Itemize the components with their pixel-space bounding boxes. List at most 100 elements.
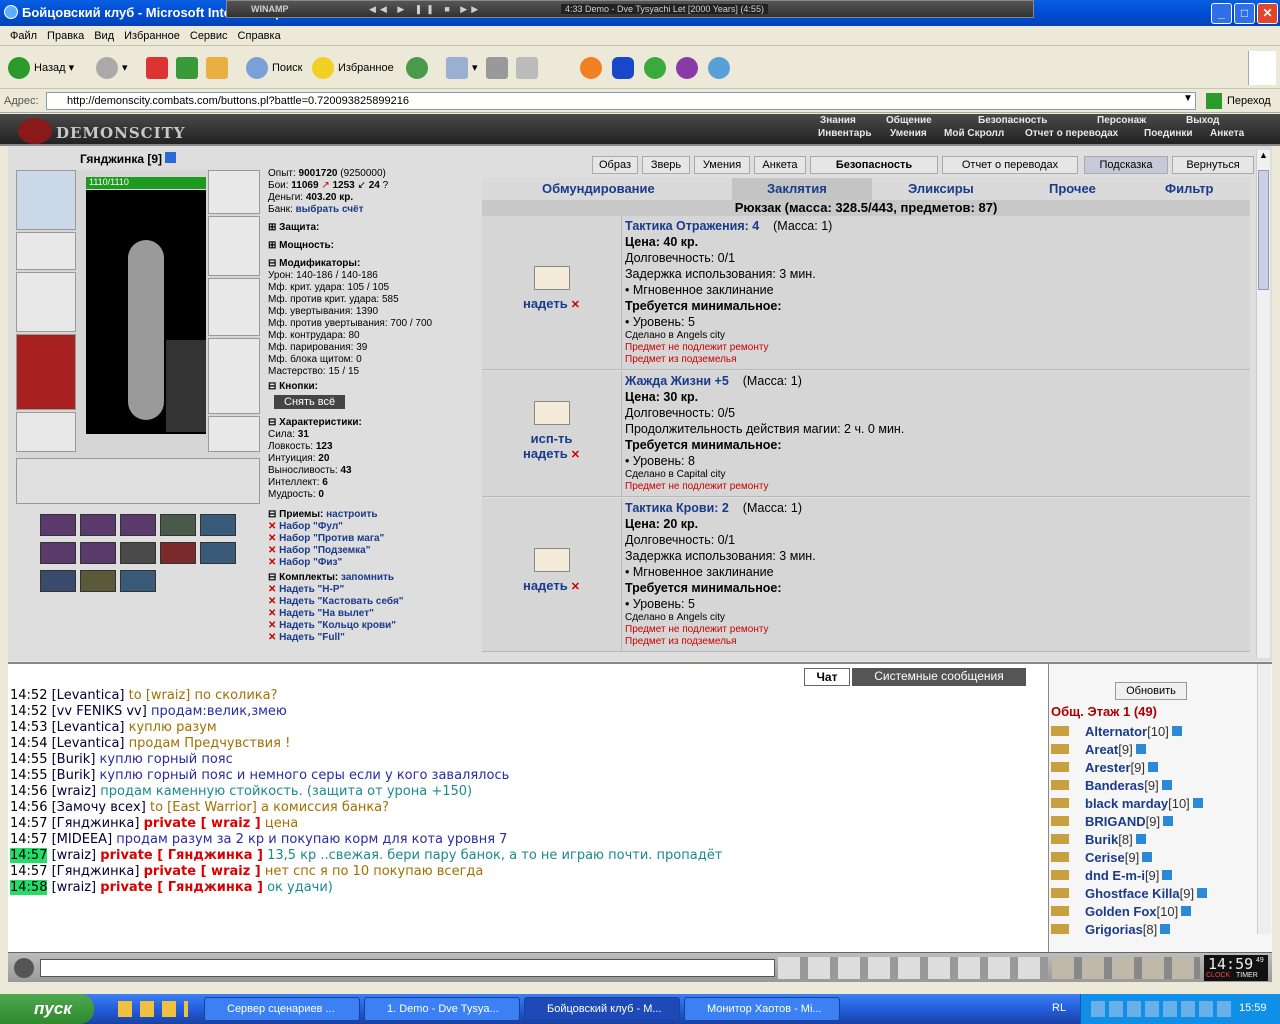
chat-nick[interactable]: [wraiz] [52, 848, 97, 863]
chat-time[interactable]: 14:56 [10, 784, 47, 799]
messenger-button[interactable] [676, 55, 702, 81]
section-buttons[interactable]: ⊟ Кнопки: [268, 381, 480, 393]
chat-time[interactable]: 14:55 [10, 768, 47, 783]
task-chaos-monitor[interactable]: Монитор Хаотов - Mi... [684, 997, 840, 1021]
private-msg-icon[interactable] [1051, 870, 1069, 880]
spell-slots[interactable] [16, 458, 260, 504]
online-scrollbar[interactable] [1257, 664, 1271, 934]
nav-inventory[interactable]: Инвентарь [818, 128, 872, 139]
tab-system-messages[interactable]: Системные сообщения [852, 668, 1026, 686]
nav-character[interactable]: Персонаж [1097, 115, 1146, 126]
private-msg-icon[interactable] [1051, 888, 1069, 898]
delete-icon[interactable]: ✕ [571, 449, 580, 461]
chat-time[interactable]: 14:55 [10, 752, 47, 767]
skill-slot[interactable] [40, 570, 76, 592]
print-button[interactable] [486, 55, 512, 81]
info-icon[interactable] [1135, 834, 1146, 844]
chat-nick[interactable]: [Burik] [52, 752, 96, 767]
chat-recipient[interactable]: private [ wraiz ] [144, 864, 261, 879]
contacts-button[interactable] [708, 55, 734, 81]
chat-nick[interactable]: [Burik] [52, 768, 96, 783]
set-item[interactable]: ✕ Надеть "Full" [268, 632, 480, 644]
online-user[interactable]: Banderas[9] [1051, 778, 1172, 793]
refresh-button[interactable] [176, 55, 202, 81]
skill-slot[interactable] [40, 514, 76, 536]
chat-nick[interactable]: [wraiz] [52, 784, 97, 799]
private-msg-icon[interactable] [1051, 906, 1069, 916]
sets-remember-link[interactable]: запомнить [341, 572, 394, 583]
skill-slot[interactable] [160, 542, 196, 564]
menu-help[interactable]: Справка [228, 26, 281, 42]
tab-profile[interactable]: Анкета [754, 156, 806, 174]
online-user[interactable]: BRIGAND[9] [1051, 814, 1174, 829]
chat-recipient[interactable]: to [wraiz] [129, 688, 191, 703]
info-icon[interactable] [1161, 780, 1172, 790]
skill-slot[interactable] [160, 514, 196, 536]
task-combats[interactable]: Бойцовский клуб - M... [524, 997, 680, 1021]
chat-nick[interactable]: [Гянджинка] [52, 816, 140, 831]
menu-tools[interactable]: Сервис [180, 26, 228, 42]
pet-cat[interactable] [166, 340, 206, 432]
section-skills[interactable]: ⊟ Приемы: настроить [268, 509, 480, 521]
skill-slot[interactable] [120, 542, 156, 564]
chat-time[interactable]: 14:54 [10, 736, 47, 751]
winamp-bar[interactable]: WINAMP ◀◀ ▶ ❚❚ ■ ▶▶ 4:33 Demo - Dve Tysy… [226, 0, 1034, 18]
skill-set-item[interactable]: ✕ Набор "Подземка" [268, 545, 480, 557]
info-icon[interactable] [1163, 816, 1174, 826]
section-protection[interactable]: ⊞ Защита: [268, 222, 480, 234]
online-user[interactable]: Cerise[9] [1051, 850, 1153, 865]
tab-return[interactable]: Вернуться [1172, 156, 1254, 174]
nav-transfer-report[interactable]: Отчет о переводах [1025, 128, 1118, 139]
chat-nick[interactable]: [Levantica] [52, 688, 125, 703]
nav-abilities[interactable]: Умения [890, 128, 927, 139]
skill-slot[interactable] [200, 514, 236, 536]
section-sets[interactable]: ⊟ Комплекты: запомнить [268, 572, 480, 584]
chat-nick[interactable]: [vv FENIKS vv] [52, 704, 147, 719]
chat-time[interactable]: 14:52 [10, 688, 47, 703]
set-item[interactable]: ✕ Надеть "Кастовать себя" [268, 596, 480, 608]
chat-action-icons[interactable] [778, 957, 1048, 979]
private-msg-icon[interactable] [1051, 852, 1069, 862]
refresh-button[interactable]: Обновить [1115, 682, 1187, 700]
gloves-slot[interactable] [208, 216, 260, 276]
chat-recipient[interactable]: private [ wraiz ] [144, 816, 261, 831]
minimize-button[interactable]: _ [1211, 3, 1232, 24]
close-button[interactable]: ✕ [1257, 3, 1278, 24]
nav-my-scroll[interactable]: Мой Скролл [944, 128, 1004, 139]
online-user[interactable]: Areat[9] [1051, 742, 1146, 757]
chat-time[interactable]: 14:57 [10, 864, 47, 879]
private-msg-icon[interactable] [1051, 780, 1069, 790]
chat-time[interactable]: 14:58 [10, 880, 48, 895]
tab-hint[interactable]: Подсказка [1084, 156, 1168, 174]
online-user[interactable]: Burik[8] [1051, 832, 1146, 847]
address-input[interactable]: http://demonscity.combats.com/buttons.pl… [46, 92, 1196, 110]
skill-set-item[interactable]: ✕ Набор "Фул" [268, 521, 480, 533]
chat-nick[interactable]: [Levantica] [52, 720, 125, 735]
chat-recipient[interactable]: to [East Warrior] [150, 800, 257, 815]
chat-time[interactable]: 14:57 [10, 848, 48, 863]
chat-nick[interactable]: [MIDEEA] [52, 832, 113, 847]
chat-time[interactable]: 14:57 [10, 832, 47, 847]
skill-slot[interactable] [120, 514, 156, 536]
nav-communication[interactable]: Общение [886, 115, 932, 126]
weapon-left-slot[interactable] [16, 272, 76, 332]
delete-icon[interactable]: ✕ [571, 581, 580, 593]
cat-other[interactable]: Прочее [1049, 181, 1096, 196]
earring-slot[interactable] [208, 170, 260, 214]
private-msg-icon[interactable] [1051, 726, 1069, 736]
quick-launch-icons[interactable] [118, 1001, 188, 1017]
online-user[interactable]: dnd E-m-i[9] [1051, 868, 1173, 883]
info-icon[interactable] [1197, 888, 1208, 898]
menu-edit[interactable]: Правка [37, 26, 84, 42]
winamp-controls[interactable]: ◀◀ ▶ ❚❚ ■ ▶▶ [369, 4, 482, 15]
stop-button[interactable] [146, 55, 172, 81]
skill-slot[interactable] [80, 514, 116, 536]
bluetooth-button[interactable] [612, 55, 638, 81]
online-user[interactable]: Golden Fox[10] [1051, 904, 1192, 919]
legs-slot[interactable] [208, 338, 260, 414]
mail-button[interactable]: ▾ [446, 55, 478, 81]
language-indicator[interactable]: RL [1052, 1002, 1066, 1014]
info-icon[interactable] [1148, 762, 1158, 772]
back-button[interactable]: Назад ▾ [8, 55, 74, 81]
private-msg-icon[interactable] [1051, 816, 1069, 826]
